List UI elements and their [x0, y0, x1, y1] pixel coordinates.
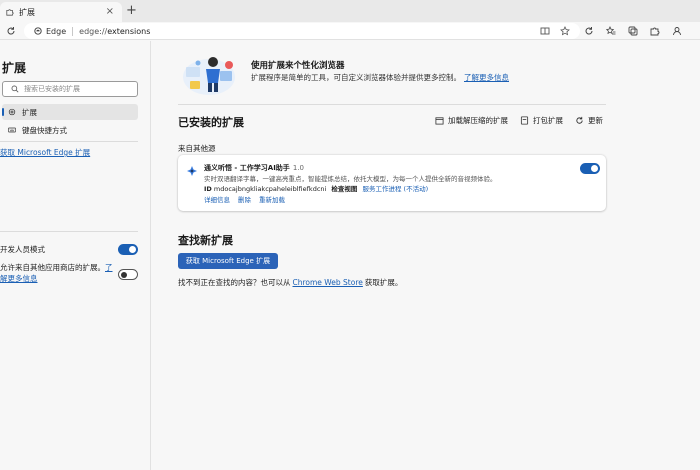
- installed-extensions-title: 已安装的扩展: [178, 116, 244, 129]
- hero-description-text: 扩展程序是简单的工具，可自定义浏览器体验并提供更多控制。: [251, 73, 461, 82]
- search-input[interactable]: 搜索已安装的扩展: [2, 81, 138, 97]
- sidebar-item-label: 键盘快捷方式: [22, 125, 67, 135]
- personalize-illustration-icon: [183, 57, 235, 95]
- address-separator: [72, 26, 74, 36]
- sidebar-item-extensions[interactable]: 扩展: [2, 104, 138, 120]
- developer-mode-label: 开发人员模式: [0, 245, 45, 254]
- tingwu-logo-icon: [187, 166, 197, 176]
- pack-extension-button[interactable]: 打包扩展: [520, 115, 563, 126]
- gear-icon: [8, 108, 16, 116]
- extension-enable-toggle[interactable]: [580, 163, 600, 174]
- search-icon: [11, 85, 19, 93]
- tab-strip: 扩展 × +: [0, 0, 700, 22]
- hero-divider: [178, 104, 606, 105]
- extension-puzzle-icon: [6, 9, 14, 16]
- extensions-icon[interactable]: [650, 26, 660, 36]
- extension-name-text: 通义听悟 - 工作学习AI助手: [204, 164, 290, 172]
- address-bar-actions: [540, 26, 570, 36]
- extension-id-row: ID mdocajbngkliakcpaheleiblfiefkdcni 检查视…: [204, 183, 428, 193]
- allow-other-stores-text: 允许来自其他应用商店的扩展。: [0, 263, 105, 272]
- sidebar-divider: [0, 141, 138, 142]
- installed-actions: 加载解压缩的扩展 打包扩展 更新: [435, 115, 603, 126]
- load-unpacked-label: 加载解压缩的扩展: [448, 116, 508, 125]
- profile-icon[interactable]: [672, 26, 682, 36]
- refresh-extension-icon[interactable]: [584, 26, 594, 36]
- update-label: 更新: [588, 116, 603, 125]
- url-path: extensions: [107, 26, 151, 36]
- hero-description: 扩展程序是简单的工具，可自定义浏览器体验并提供更多控制。 了解更多信息: [251, 72, 509, 83]
- search-placeholder: 搜索已安装的扩展: [24, 85, 80, 93]
- favorite-star-icon[interactable]: [560, 26, 570, 36]
- allow-other-stores-toggle[interactable]: [118, 269, 138, 280]
- details-link[interactable]: 详细信息: [204, 194, 230, 204]
- favorites-icon[interactable]: [606, 26, 616, 36]
- sidebar-title: 扩展: [2, 61, 27, 75]
- extension-links: 详细信息 删除 重新加载: [204, 194, 285, 204]
- other-source-label: 来自其他源: [178, 144, 216, 153]
- cant-find-text: 找不到正在查找的内容？也可以从 Chrome Web Store 获取扩展。: [178, 277, 402, 288]
- address-bar[interactable]: Edge edge://extensions: [24, 23, 580, 39]
- edge-logo-icon: [34, 27, 42, 35]
- get-edge-extensions-button[interactable]: 获取 Microsoft Edge 扩展: [178, 253, 278, 269]
- find-extensions-title: 查找新扩展: [178, 234, 233, 247]
- service-worker-link[interactable]: 服务工作进程 (不活动): [362, 185, 428, 193]
- keyboard-icon: [8, 127, 16, 133]
- load-unpacked-button[interactable]: 加载解压缩的扩展: [435, 115, 508, 126]
- reload-icon[interactable]: [6, 26, 16, 36]
- remove-link[interactable]: 删除: [238, 194, 251, 204]
- package-icon: [520, 116, 529, 125]
- hero-learn-more-link[interactable]: 了解更多信息: [464, 73, 509, 82]
- extension-description: 实时双语翻译字幕，一键高亮重点，智能提炼总结，依托大模型，为每一个人提供全新的音…: [204, 175, 497, 183]
- sidebar-item-label: 扩展: [22, 107, 37, 117]
- allow-other-stores-label: 允许来自其他应用商店的扩展。了解更多信息: [0, 262, 114, 284]
- refresh-icon: [576, 116, 583, 124]
- extension-name: 通义听悟 - 工作学习AI助手 1.0: [204, 163, 304, 173]
- toolbar-icons: [584, 26, 682, 36]
- cant-find-prefix: 找不到正在查找的内容？也可以从: [178, 278, 291, 287]
- inspect-views-label: 检查视图: [331, 185, 358, 193]
- chrome-web-store-link[interactable]: Chrome Web Store: [293, 278, 363, 287]
- sidebar-item-keyboard-shortcuts[interactable]: 键盘快捷方式: [2, 122, 138, 138]
- update-button[interactable]: 更新: [575, 115, 603, 126]
- hero-title: 使用扩展来个性化浏览器: [251, 61, 345, 71]
- extension-id-value: mdocajbngkliakcpaheleiblfiefkdcni: [213, 185, 327, 193]
- extension-card: 通义听悟 - 工作学习AI助手 1.0 实时双语翻译字幕，一键高亮重点，智能提炼总…: [178, 155, 606, 211]
- sidebar-divider: [0, 231, 138, 232]
- pack-extension-label: 打包扩展: [533, 116, 563, 125]
- get-extensions-link[interactable]: 获取 Microsoft Edge 扩展: [0, 147, 90, 158]
- load-icon: [435, 117, 444, 125]
- url-text: edge://extensions: [79, 27, 150, 36]
- reload-link[interactable]: 重新加载: [259, 194, 285, 204]
- cant-find-suffix: 获取扩展。: [364, 278, 403, 287]
- site-name: Edge: [46, 26, 67, 36]
- tab-extensions[interactable]: 扩展 ×: [0, 2, 122, 22]
- tab-close-icon[interactable]: ×: [106, 7, 114, 17]
- extension-version: 1.0: [292, 164, 304, 172]
- extension-id-label: ID: [204, 185, 212, 193]
- main-content: 使用扩展来个性化浏览器 扩展程序是简单的工具，可自定义浏览器体验并提供更多控制。…: [152, 41, 700, 470]
- address-toolbar: Edge edge://extensions: [0, 22, 700, 40]
- reading-view-icon[interactable]: [540, 26, 550, 36]
- new-tab-button[interactable]: +: [126, 4, 137, 17]
- developer-mode-toggle[interactable]: [118, 244, 138, 255]
- url-prefix: edge://: [79, 26, 108, 36]
- tab-title: 扩展: [19, 7, 35, 17]
- collections-icon[interactable]: [628, 26, 638, 36]
- sidebar: 扩展 搜索已安装的扩展 扩展 键盘快捷方式 获取 Microsoft Edge …: [0, 41, 151, 470]
